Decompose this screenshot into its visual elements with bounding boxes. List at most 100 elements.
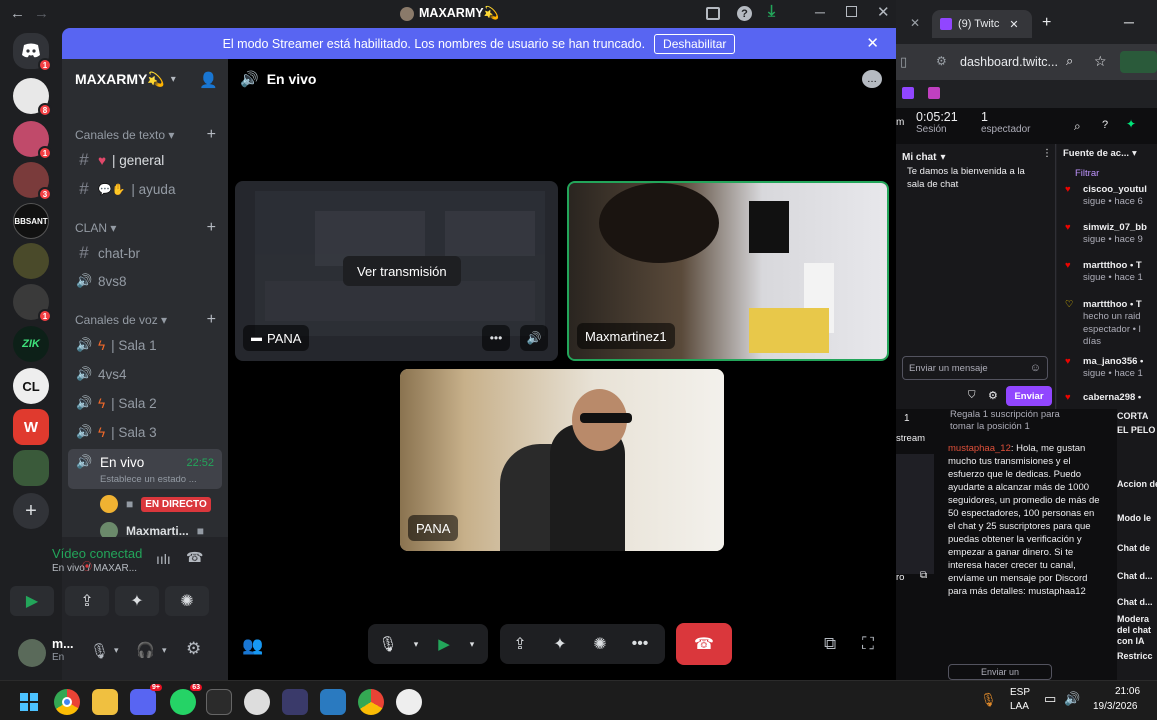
bookmark-star-icon[interactable]: ☆ bbox=[1094, 53, 1107, 70]
close-banner-icon[interactable]: ✕ bbox=[866, 34, 879, 52]
chat-username[interactable]: mustaphaa_12 bbox=[948, 443, 1011, 454]
inbox-icon[interactable] bbox=[706, 7, 720, 20]
channel-4vs4[interactable]: 🔊 4vs4 bbox=[68, 361, 222, 387]
clock-date[interactable]: 19/3/2026 bbox=[1093, 701, 1138, 712]
channel-ayuda[interactable]: # 💬✋ | ayuda bbox=[68, 176, 222, 202]
category-clan[interactable]: CLAN ▾ bbox=[75, 221, 116, 235]
camera-tile-pana[interactable]: PANA bbox=[400, 369, 724, 551]
voice-channel-path[interactable]: En vivo / MAXAR... bbox=[52, 563, 137, 574]
profile-button[interactable] bbox=[1120, 51, 1157, 73]
twitch-bookmark-icon[interactable] bbox=[902, 87, 914, 99]
channel-general[interactable]: # ♥ | general bbox=[68, 147, 222, 173]
server-icon-6[interactable]: 1 bbox=[13, 284, 52, 323]
disconnect-icon[interactable]: ☎ bbox=[186, 549, 203, 566]
bottom-chat-input[interactable]: Enviar un bbox=[948, 664, 1052, 680]
app-icon-screen[interactable] bbox=[206, 689, 232, 715]
server-icon-3[interactable]: 3 bbox=[13, 162, 52, 201]
channel-chat-br[interactable]: # chat-br bbox=[68, 240, 222, 266]
feed-item[interactable]: ♥ ciscoo_youtul sigue • hace 6 bbox=[1061, 184, 1157, 209]
server-icon-5[interactable] bbox=[13, 243, 49, 279]
bookmark-icon[interactable] bbox=[928, 87, 940, 99]
browser-tab[interactable]: (9) Twitc ✕ bbox=[932, 10, 1032, 38]
dashboard-quick-action[interactable]: Restricc bbox=[1117, 651, 1157, 662]
fullscreen-icon[interactable]: ⛶ bbox=[862, 634, 874, 654]
popout-icon[interactable]: ⧉ bbox=[824, 634, 836, 654]
microphone-button[interactable]: 🎙 bbox=[368, 624, 408, 664]
search-icon[interactable]: ⌕ bbox=[1074, 119, 1081, 134]
volume-icon[interactable]: 🔊 bbox=[520, 325, 548, 351]
server-icon-2[interactable]: 1 bbox=[13, 121, 52, 160]
notepad-icon[interactable] bbox=[320, 689, 346, 715]
add-channel-icon[interactable]: + bbox=[207, 126, 216, 144]
feed-item[interactable]: ♥ caberna298 • bbox=[1061, 392, 1157, 404]
voice-status[interactable]: Vídeo conectad bbox=[52, 546, 142, 561]
send-chat-button[interactable]: Enviar bbox=[1006, 386, 1052, 406]
chevron-down-icon[interactable]: ▾ bbox=[114, 645, 119, 656]
stream-tile[interactable]: Ver transmisión ▬ PANA ••• 🔊 bbox=[235, 181, 558, 361]
server-icon-bbsant[interactable]: BBSANT bbox=[13, 203, 49, 239]
help-icon[interactable]: ? bbox=[737, 6, 752, 21]
user-avatar[interactable] bbox=[18, 639, 46, 667]
more-vertical-icon[interactable]: ⋮ bbox=[1042, 148, 1052, 159]
minimize-icon[interactable]: ─ bbox=[815, 4, 825, 20]
maximize-icon[interactable] bbox=[846, 6, 857, 17]
close-tab-icon[interactable]: ✕ bbox=[910, 16, 920, 30]
chat-input[interactable]: Enviar un mensaje ☺ bbox=[902, 356, 1048, 380]
channel-status[interactable]: Establece un estado ... bbox=[100, 474, 197, 485]
chat-header[interactable]: Mi chat ▾ bbox=[902, 148, 1052, 166]
emote-icon[interactable]: ☺ bbox=[1030, 362, 1041, 374]
chrome-profile-icon[interactable] bbox=[358, 689, 384, 715]
zoom-icon[interactable]: ⌕ bbox=[1066, 53, 1073, 69]
volume-icon[interactable]: 🔊 bbox=[1064, 691, 1080, 707]
channel-en-vivo[interactable]: 🔊 En vivo 22:52 Establece un estado ... bbox=[68, 449, 222, 489]
more-icon[interactable]: ••• bbox=[482, 325, 510, 351]
feed-item[interactable]: ♥ marttthoo • Tsigue • hace 1 bbox=[1061, 260, 1157, 285]
popout-icon[interactable]: ⧉ bbox=[920, 570, 927, 581]
add-channel-icon[interactable]: + bbox=[207, 311, 216, 329]
keyboard-layout[interactable]: LAA bbox=[1010, 701, 1029, 712]
voice-member-1[interactable]: ■ EN DIRECTO bbox=[100, 495, 211, 513]
soundboard-button[interactable]: ✺ bbox=[165, 586, 209, 616]
stream-preview-thumbnail[interactable] bbox=[896, 454, 934, 574]
category-voice-channels[interactable]: Canales de voz ▾ bbox=[75, 313, 167, 327]
server-icon-w[interactable]: W bbox=[13, 409, 49, 445]
feed-item[interactable]: ♡ marttthoo • Thecho un raid espectador •… bbox=[1061, 299, 1157, 348]
clock-time[interactable]: 21:06 bbox=[1115, 686, 1140, 697]
close-window-icon[interactable]: ✕ bbox=[877, 3, 890, 21]
dashboard-quick-action[interactable]: Chat d... bbox=[1117, 597, 1157, 608]
clock-app-icon[interactable] bbox=[244, 689, 270, 715]
filter-link[interactable]: Filtrar bbox=[1075, 168, 1099, 179]
chat-bubble-icon[interactable]: … bbox=[862, 70, 882, 88]
share-screen-button[interactable]: ⇪ bbox=[65, 586, 109, 616]
server-header[interactable]: MAXARMY💫 ▾ bbox=[75, 71, 176, 88]
chevron-down-icon[interactable]: ▾ bbox=[162, 645, 167, 656]
watch-stream-button[interactable]: Ver transmisión bbox=[343, 256, 461, 286]
close-tab-icon[interactable]: ✕ bbox=[1009, 18, 1018, 31]
language-code[interactable]: ESP bbox=[1010, 687, 1030, 698]
back-arrow-icon[interactable]: ← bbox=[10, 5, 25, 22]
feed-item[interactable]: ♥ ma_jano356 • sigue • hace 1 bbox=[1061, 356, 1157, 381]
channel-sala-2[interactable]: 🔊 ϟ | Sala 2 bbox=[68, 390, 222, 416]
site-settings-icon[interactable]: ⚙ bbox=[936, 54, 947, 68]
extensions-icon[interactable]: ✦ bbox=[1126, 117, 1136, 131]
server-icon-zik[interactable]: ZIK bbox=[13, 326, 49, 362]
dashboard-quick-action[interactable]: Accion de ca bbox=[1117, 479, 1157, 490]
activities-button[interactable]: ✦ bbox=[540, 624, 580, 664]
more-options-button[interactable]: ••• bbox=[620, 624, 660, 664]
obs-icon[interactable] bbox=[396, 689, 422, 715]
server-icon-maxarmy[interactable] bbox=[13, 450, 49, 486]
invite-people-icon[interactable]: 👤 bbox=[199, 71, 218, 89]
minimize-icon[interactable]: ─ bbox=[1124, 14, 1134, 30]
noise-suppression-icon[interactable]: ıılı bbox=[156, 551, 171, 567]
channel-sala-3[interactable]: 🔊 ϟ | Sala 3 bbox=[68, 419, 222, 445]
forward-arrow-icon[interactable]: → bbox=[34, 5, 49, 22]
windows-start-icon[interactable] bbox=[16, 689, 42, 715]
disable-streamer-button[interactable]: Deshabilitar bbox=[654, 33, 736, 54]
dashboard-quick-action[interactable]: Modera del chat con IA bbox=[1117, 614, 1157, 646]
channel-sala-1[interactable]: 🔊 ϟ | Sala 1 bbox=[68, 332, 222, 358]
disconnect-call-button[interactable]: ☎ bbox=[676, 623, 732, 665]
microphone-tray-icon[interactable]: 🎙 bbox=[980, 692, 997, 708]
new-tab-icon[interactable]: + bbox=[1042, 14, 1051, 32]
feed-header[interactable]: Fuente de ac... ▾ bbox=[1063, 148, 1137, 159]
url-text[interactable]: dashboard.twitc... bbox=[960, 55, 1058, 69]
